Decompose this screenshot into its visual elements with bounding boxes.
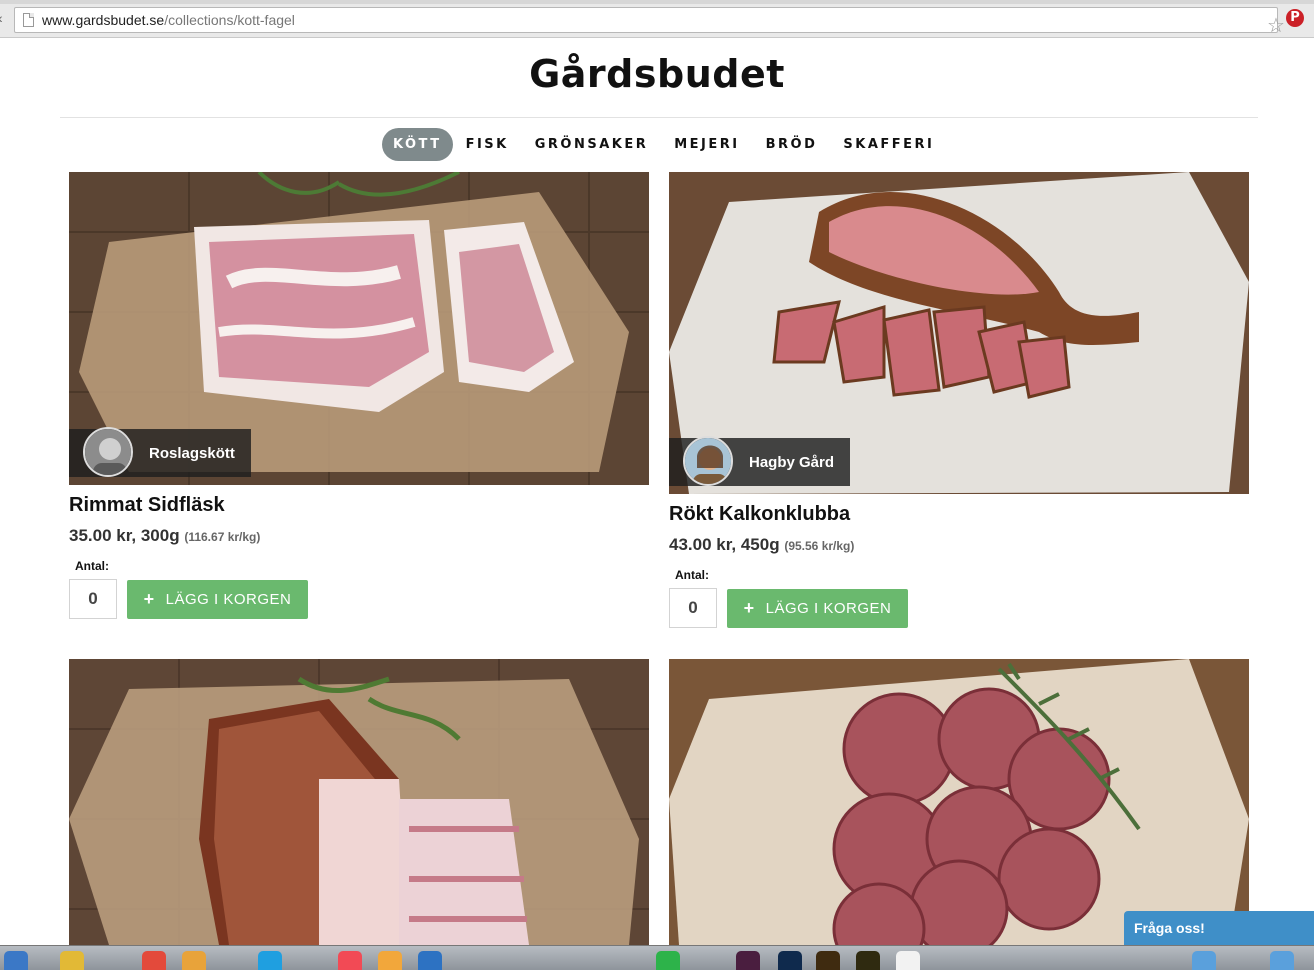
- url-host: www.gardsbudet.se: [42, 12, 165, 28]
- product-card: Hagby Gård Rökt Kalkonklubba 43.00 kr, 4…: [669, 172, 1249, 628]
- browser-toolbar: ‹ www.gardsbudet.se/collections/kott-fag…: [0, 0, 1314, 38]
- browser-tab-strip: [0, 0, 1314, 4]
- nav-item-fisk[interactable]: FISK: [453, 128, 522, 161]
- add-to-cart-button[interactable]: + LÄGG I KORGEN: [127, 579, 308, 619]
- header-divider: [60, 117, 1258, 118]
- nav-item-skafferi[interactable]: SKAFFERI: [830, 128, 947, 161]
- buy-row: 0 + LÄGG I KORGEN: [669, 588, 1249, 628]
- plus-icon: +: [143, 588, 155, 609]
- buy-row: 0 + LÄGG I KORGEN: [69, 579, 649, 619]
- site-logo-title[interactable]: Gårdsbudet: [0, 52, 1314, 96]
- quantity-input[interactable]: 0: [669, 588, 717, 628]
- product-image-sidflask[interactable]: Roslagskött: [69, 172, 649, 485]
- pdf-icon[interactable]: [896, 951, 920, 970]
- product-image-kalkonklubba[interactable]: Hagby Gård: [669, 172, 1249, 494]
- chat-widget-button[interactable]: Fråga oss!: [1124, 911, 1314, 945]
- bridge-icon[interactable]: [856, 951, 880, 970]
- quantity-input[interactable]: 0: [69, 579, 117, 619]
- product-title[interactable]: Rimmat Sidfläsk: [69, 494, 649, 517]
- itunes-icon[interactable]: [338, 951, 362, 970]
- url-text[interactable]: www.gardsbudet.se/collections/kott-fagel: [42, 12, 295, 28]
- producer-avatar: [683, 436, 733, 486]
- illustrator-icon[interactable]: [816, 951, 840, 970]
- chrome-icon[interactable]: [142, 951, 166, 970]
- product-price: 35.00 kr, 300g (116.67 kr/kg): [69, 526, 649, 546]
- producer-avatar: [83, 427, 133, 477]
- finder-icon[interactable]: [4, 951, 28, 970]
- folder-icon[interactable]: [1192, 951, 1216, 970]
- producer-tag[interactable]: Roslagskött: [69, 427, 251, 477]
- product-card: [69, 659, 649, 945]
- back-arrow-icon[interactable]: ‹: [0, 10, 3, 26]
- bookmark-star-icon[interactable]: ☆: [1267, 16, 1285, 36]
- product-card: [669, 659, 1249, 945]
- spotify-icon[interactable]: [656, 951, 680, 970]
- add-to-cart-label: LÄGG I KORGEN: [765, 599, 892, 617]
- add-to-cart-label: LÄGG I KORGEN: [165, 590, 292, 608]
- plus-icon: +: [743, 597, 755, 618]
- nav-item-mejeri[interactable]: MEJERI: [661, 128, 752, 161]
- price-per-kg: (116.67 kr/kg): [184, 530, 261, 544]
- price-value: 35.00 kr, 300g: [69, 526, 180, 545]
- quantity-label: Antal:: [675, 568, 709, 582]
- safari-icon[interactable]: [418, 951, 442, 970]
- main-navigation: KÖTT FISK GRÖNSAKER MEJERI BRÖD SKAFFERI: [382, 128, 947, 161]
- quantity-label: Antal:: [75, 559, 109, 573]
- url-path: /collections/kott-fagel: [164, 12, 295, 28]
- product-price: 43.00 kr, 450g (95.56 kr/kg): [669, 535, 1249, 555]
- folder-icon[interactable]: [1270, 951, 1294, 970]
- producer-name: Hagby Gård: [749, 453, 835, 471]
- price-per-kg: (95.56 kr/kg): [784, 539, 855, 553]
- producer-tag[interactable]: Hagby Gård: [669, 436, 851, 486]
- os-dock: [0, 945, 1314, 970]
- photos-icon[interactable]: [182, 951, 206, 970]
- product-image-salami[interactable]: [669, 659, 1249, 945]
- nav-item-kott[interactable]: KÖTT: [382, 128, 453, 161]
- nav-item-gronsaker[interactable]: GRÖNSAKER: [522, 128, 662, 161]
- address-bar[interactable]: www.gardsbudet.se/collections/kott-fagel…: [14, 7, 1285, 36]
- app-icon[interactable]: [60, 951, 84, 970]
- pinterest-icon[interactable]: P: [1286, 9, 1304, 27]
- nav-item-brod[interactable]: BRÖD: [753, 128, 831, 161]
- product-card: Roslagskött Rimmat Sidfläsk 35.00 kr, 30…: [69, 172, 649, 619]
- page-icon: [23, 13, 34, 27]
- price-value: 43.00 kr, 450g: [669, 535, 780, 554]
- producer-name: Roslagskött: [149, 444, 235, 462]
- add-to-cart-button[interactable]: + LÄGG I KORGEN: [727, 588, 908, 628]
- ibooks-icon[interactable]: [378, 951, 402, 970]
- product-title[interactable]: Rökt Kalkonklubba: [669, 503, 1249, 526]
- indesign-icon[interactable]: [736, 951, 760, 970]
- skype-icon[interactable]: [258, 951, 282, 970]
- photoshop-icon[interactable]: [778, 951, 802, 970]
- product-image-bacon[interactable]: [69, 659, 649, 945]
